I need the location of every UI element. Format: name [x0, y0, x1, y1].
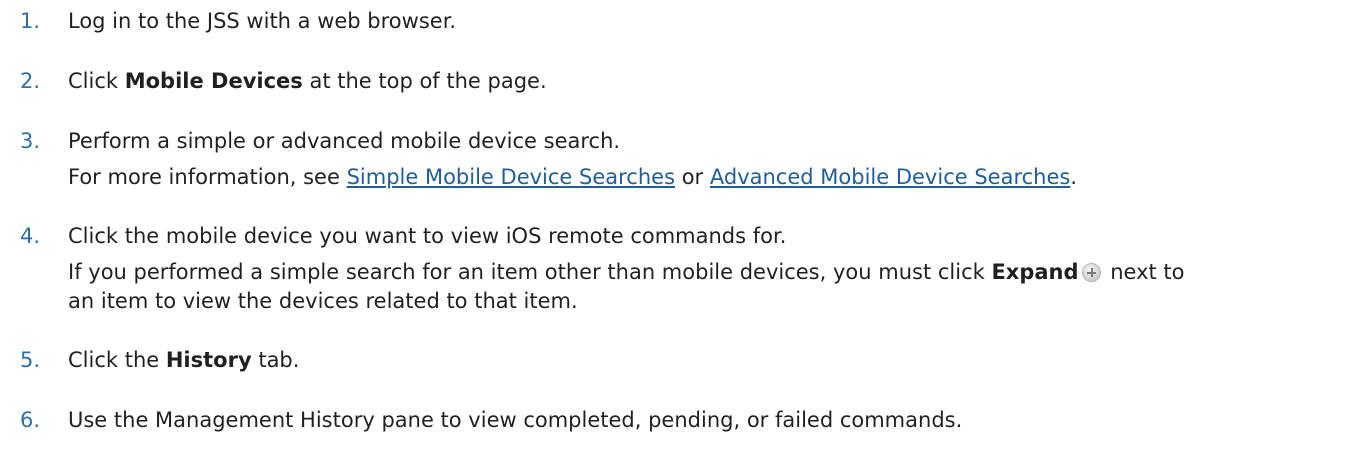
subtext-post: next to [1103, 260, 1185, 284]
simple-searches-link[interactable]: Simple Mobile Device Searches [347, 165, 675, 189]
step-text: Click the mobile device you want to view… [68, 224, 787, 248]
expand-label: Expand [991, 260, 1079, 284]
step-text: Log in to the JSS with a web browser. [68, 9, 457, 33]
step-number: 1. [20, 9, 41, 33]
step-text-pre: Click the [68, 348, 166, 372]
subtext-mid: or [675, 165, 710, 189]
instruction-steps: 1. Log in to the JSS with a web browser.… [0, 0, 1361, 455]
step-number: 2. [20, 69, 41, 93]
history-label: History [165, 348, 252, 372]
subtext-pre: For more information, see [68, 165, 347, 189]
step-subtext: For more information, see Simple Mobile … [68, 162, 1077, 192]
mobile-devices-label: Mobile Devices [124, 69, 303, 93]
advanced-searches-link[interactable]: Advanced Mobile Device Searches [710, 165, 1070, 189]
step-text: Use the Management History pane to view … [68, 408, 963, 432]
step-subtext: If you performed a simple search for an … [68, 257, 1185, 287]
step-subtext-line2: an item to view the devices related to t… [68, 289, 578, 313]
step-text-post: at the top of the page. [302, 69, 547, 93]
subtext-pre: If you performed a simple search for an … [68, 260, 992, 284]
step-number: 3. [20, 129, 41, 153]
step-text: Perform a simple or advanced mobile devi… [68, 129, 621, 153]
step-number: 4. [20, 224, 41, 248]
step-text: Click the History tab. [68, 345, 299, 375]
step-text-post: tab. [251, 348, 300, 372]
step-text-pre: Click [68, 69, 125, 93]
step-text: Click Mobile Devices at the top of the p… [68, 66, 547, 96]
plus-circle-icon [1081, 263, 1101, 282]
step-number: 5. [20, 348, 41, 372]
step-number: 6. [20, 408, 41, 432]
subtext-post: . [1070, 165, 1078, 189]
